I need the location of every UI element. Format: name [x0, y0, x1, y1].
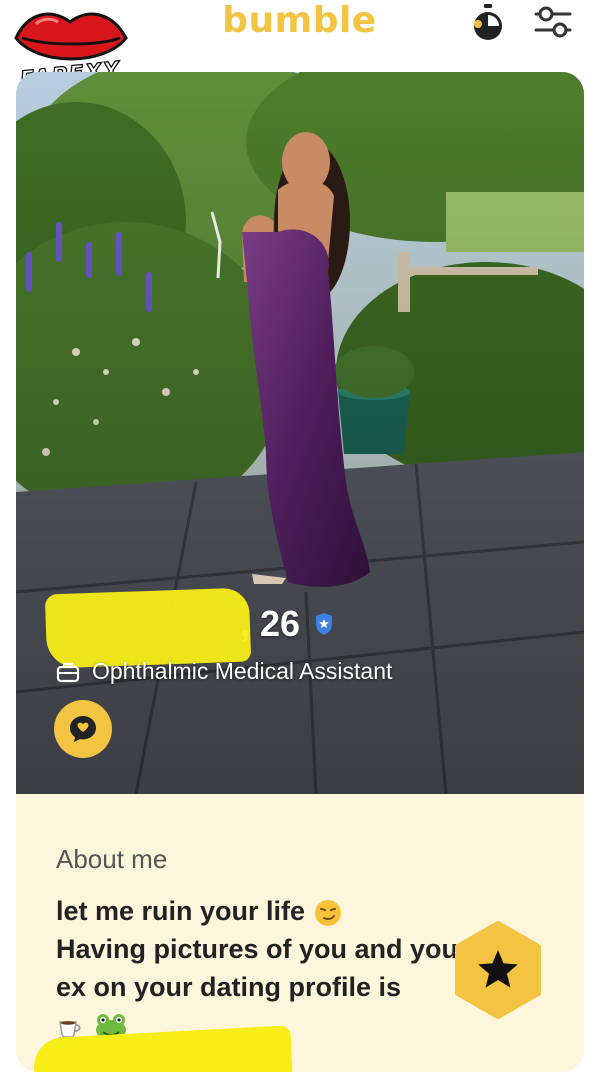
superswipe-button[interactable]: [450, 920, 546, 1020]
stopwatch-icon[interactable]: [470, 3, 506, 43]
profile-photo[interactable]: [16, 72, 584, 794]
verified-badge-icon[interactable]: [312, 612, 336, 636]
smirk-emoji-icon: [314, 899, 341, 926]
profile-name: [44, 587, 252, 669]
briefcase-icon: [56, 662, 80, 682]
job-row: Ophthalmic Medical Assistant: [56, 658, 392, 685]
about-heading: About me: [56, 844, 168, 874]
name-redaction: [44, 587, 252, 669]
filters-icon[interactable]: [533, 4, 573, 40]
chat-heart-icon: [70, 716, 96, 742]
name-age-row: , 26: [44, 587, 336, 669]
top-bar: bumble FAPEXY: [0, 0, 599, 92]
compliment-button[interactable]: [54, 700, 112, 758]
job-title: Ophthalmic Medical Assistant: [92, 658, 393, 684]
